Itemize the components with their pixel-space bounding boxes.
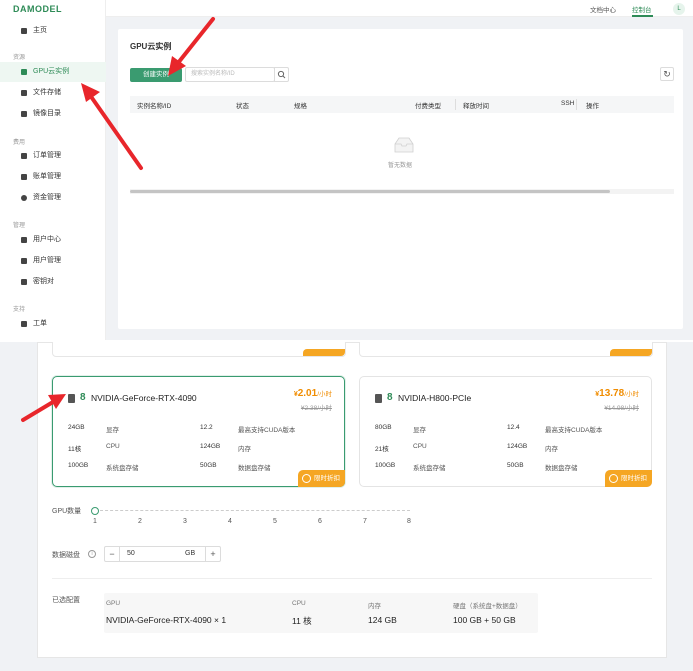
arrow-to-sidebar-icon: [81, 83, 143, 170]
instance-config-screenshot: 8 NVIDIA-GeForce-RTX-4090 ¥2.01/小时 ¥2.38…: [0, 342, 693, 671]
annotation-arrows: [81, 17, 215, 170]
arrow-to-create-button-icon: [168, 17, 215, 76]
console-screenshot: DAMODEL 主页 资源 GPU云实例 文件存储 镜像目录 费用 订单管理 账…: [0, 0, 693, 340]
annotation-arrow-to-card-icon: [21, 394, 66, 422]
